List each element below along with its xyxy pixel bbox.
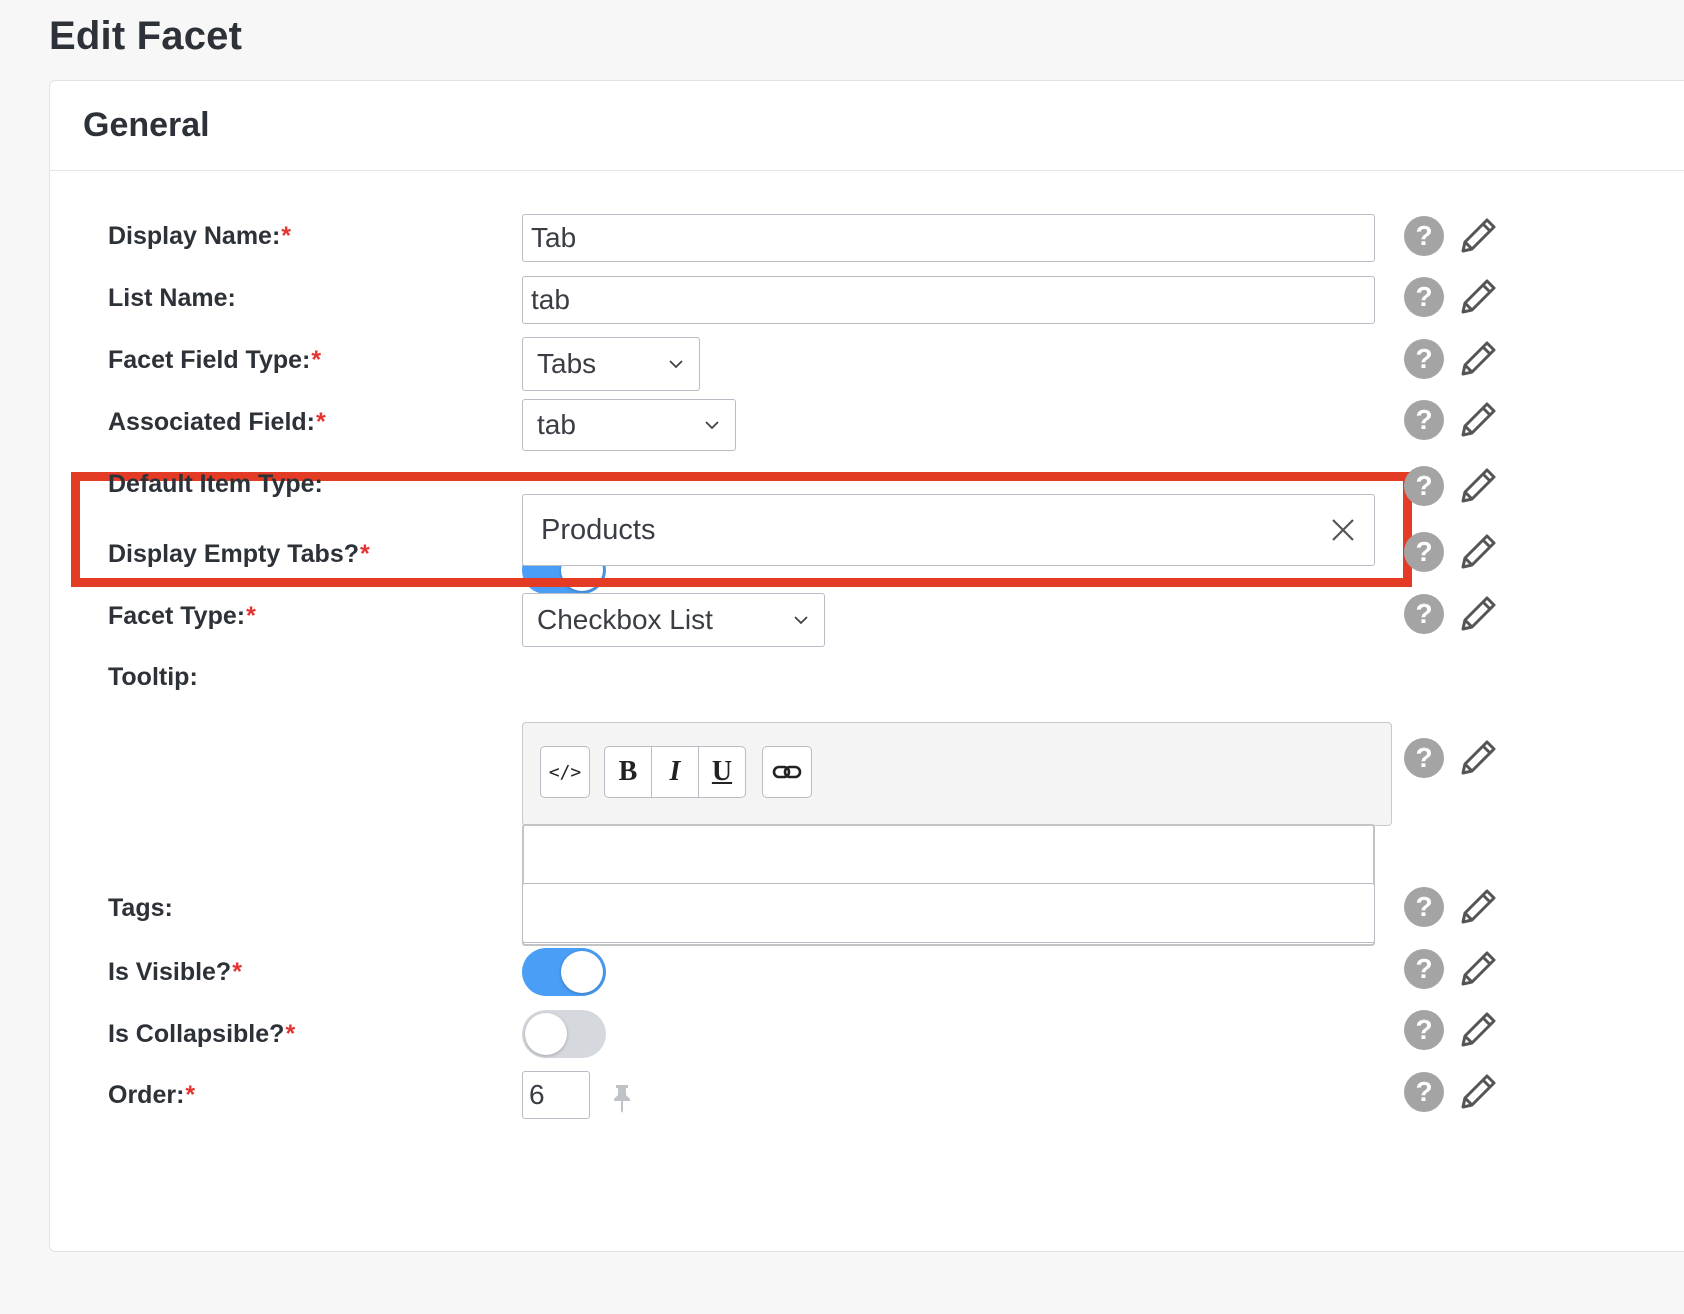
associated-field-select[interactable]: tab — [522, 399, 736, 451]
associated-field-label: Associated Field:* — [108, 408, 326, 436]
order-input[interactable]: 6 — [522, 1071, 590, 1119]
default-item-type-label: Default Item Type: — [108, 470, 323, 498]
card-header: General — [50, 81, 1684, 171]
code-view-button[interactable]: </> — [540, 746, 590, 798]
link-button[interactable] — [762, 746, 812, 798]
facet-type-value: Checkbox List — [537, 604, 713, 635]
required-asterisk: * — [311, 346, 322, 374]
help-icon[interactable]: ? — [1404, 532, 1444, 572]
toggle-knob — [561, 951, 603, 993]
facet-type-label: Facet Type:* — [108, 602, 256, 630]
help-icon[interactable]: ? — [1404, 277, 1444, 317]
help-icon[interactable]: ? — [1404, 1072, 1444, 1112]
italic-button[interactable]: I — [651, 746, 699, 798]
help-icon[interactable]: ? — [1404, 400, 1444, 440]
is-collapsible-toggle[interactable] — [522, 1010, 606, 1058]
help-icon[interactable]: ? — [1404, 466, 1444, 506]
required-asterisk: * — [185, 1081, 196, 1109]
section-title: General — [83, 106, 210, 144]
pencil-icon[interactable] — [1458, 277, 1498, 317]
pencil-icon[interactable] — [1458, 594, 1498, 634]
facet-field-type-value: Tabs — [537, 348, 597, 379]
tags-input[interactable] — [522, 883, 1375, 943]
pencil-icon[interactable] — [1458, 532, 1498, 572]
list-name-input[interactable]: tab — [522, 276, 1375, 324]
pencil-icon[interactable] — [1458, 949, 1498, 989]
pencil-icon[interactable] — [1458, 1010, 1498, 1050]
help-icon[interactable]: ? — [1404, 594, 1444, 634]
bold-button[interactable]: B — [604, 746, 652, 798]
required-asterisk: * — [246, 602, 256, 630]
underline-button[interactable]: U — [698, 746, 746, 798]
chevron-down-icon — [669, 360, 683, 369]
pencil-icon[interactable] — [1458, 216, 1498, 256]
toggle-knob — [525, 1013, 567, 1055]
required-asterisk: * — [316, 408, 326, 436]
default-item-type-value: Products — [541, 513, 656, 546]
required-asterisk: * — [285, 1020, 296, 1048]
is-visible-toggle[interactable] — [522, 948, 606, 996]
link-icon — [772, 765, 802, 779]
is-visible-label: Is Visible?* — [108, 958, 242, 986]
required-asterisk: * — [281, 222, 292, 250]
help-icon[interactable]: ? — [1404, 339, 1444, 379]
order-label: Order:* — [108, 1081, 196, 1109]
pencil-icon[interactable] — [1458, 339, 1498, 379]
display-name-label: Display Name:* — [108, 222, 292, 250]
help-icon[interactable]: ? — [1404, 216, 1444, 256]
default-item-type-combobox[interactable]: Products — [522, 494, 1375, 566]
editor-toolbar: </> B I U — [522, 722, 1392, 826]
help-icon[interactable]: ? — [1404, 738, 1444, 778]
pencil-icon[interactable] — [1458, 1072, 1498, 1112]
chevron-down-icon — [705, 421, 719, 430]
pencil-icon[interactable] — [1458, 400, 1498, 440]
pencil-icon[interactable] — [1458, 466, 1498, 506]
help-icon[interactable]: ? — [1404, 887, 1444, 927]
required-asterisk: * — [360, 540, 370, 568]
clear-icon[interactable] — [1330, 517, 1356, 543]
page-title: Edit Facet — [49, 14, 243, 58]
associated-field-value: tab — [537, 409, 576, 440]
pencil-icon[interactable] — [1458, 738, 1498, 778]
chevron-down-icon — [794, 616, 808, 625]
facet-field-type-select[interactable]: Tabs — [522, 337, 700, 391]
required-asterisk: * — [232, 958, 242, 986]
pencil-icon[interactable] — [1458, 887, 1498, 927]
help-icon[interactable]: ? — [1404, 949, 1444, 989]
display-name-input[interactable]: Tab — [522, 214, 1375, 262]
help-icon[interactable]: ? — [1404, 1010, 1444, 1050]
is-collapsible-label: Is Collapsible?* — [108, 1020, 296, 1048]
tags-label: Tags: — [108, 894, 173, 922]
facet-field-type-label: Facet Field Type:* — [108, 346, 322, 374]
tooltip-label: Tooltip: — [108, 663, 198, 691]
facet-type-select[interactable]: Checkbox List — [522, 593, 825, 647]
display-empty-tabs-label: Display Empty Tabs?* — [108, 540, 370, 568]
pin-icon[interactable] — [610, 1083, 634, 1113]
list-name-label: List Name: — [108, 284, 236, 312]
